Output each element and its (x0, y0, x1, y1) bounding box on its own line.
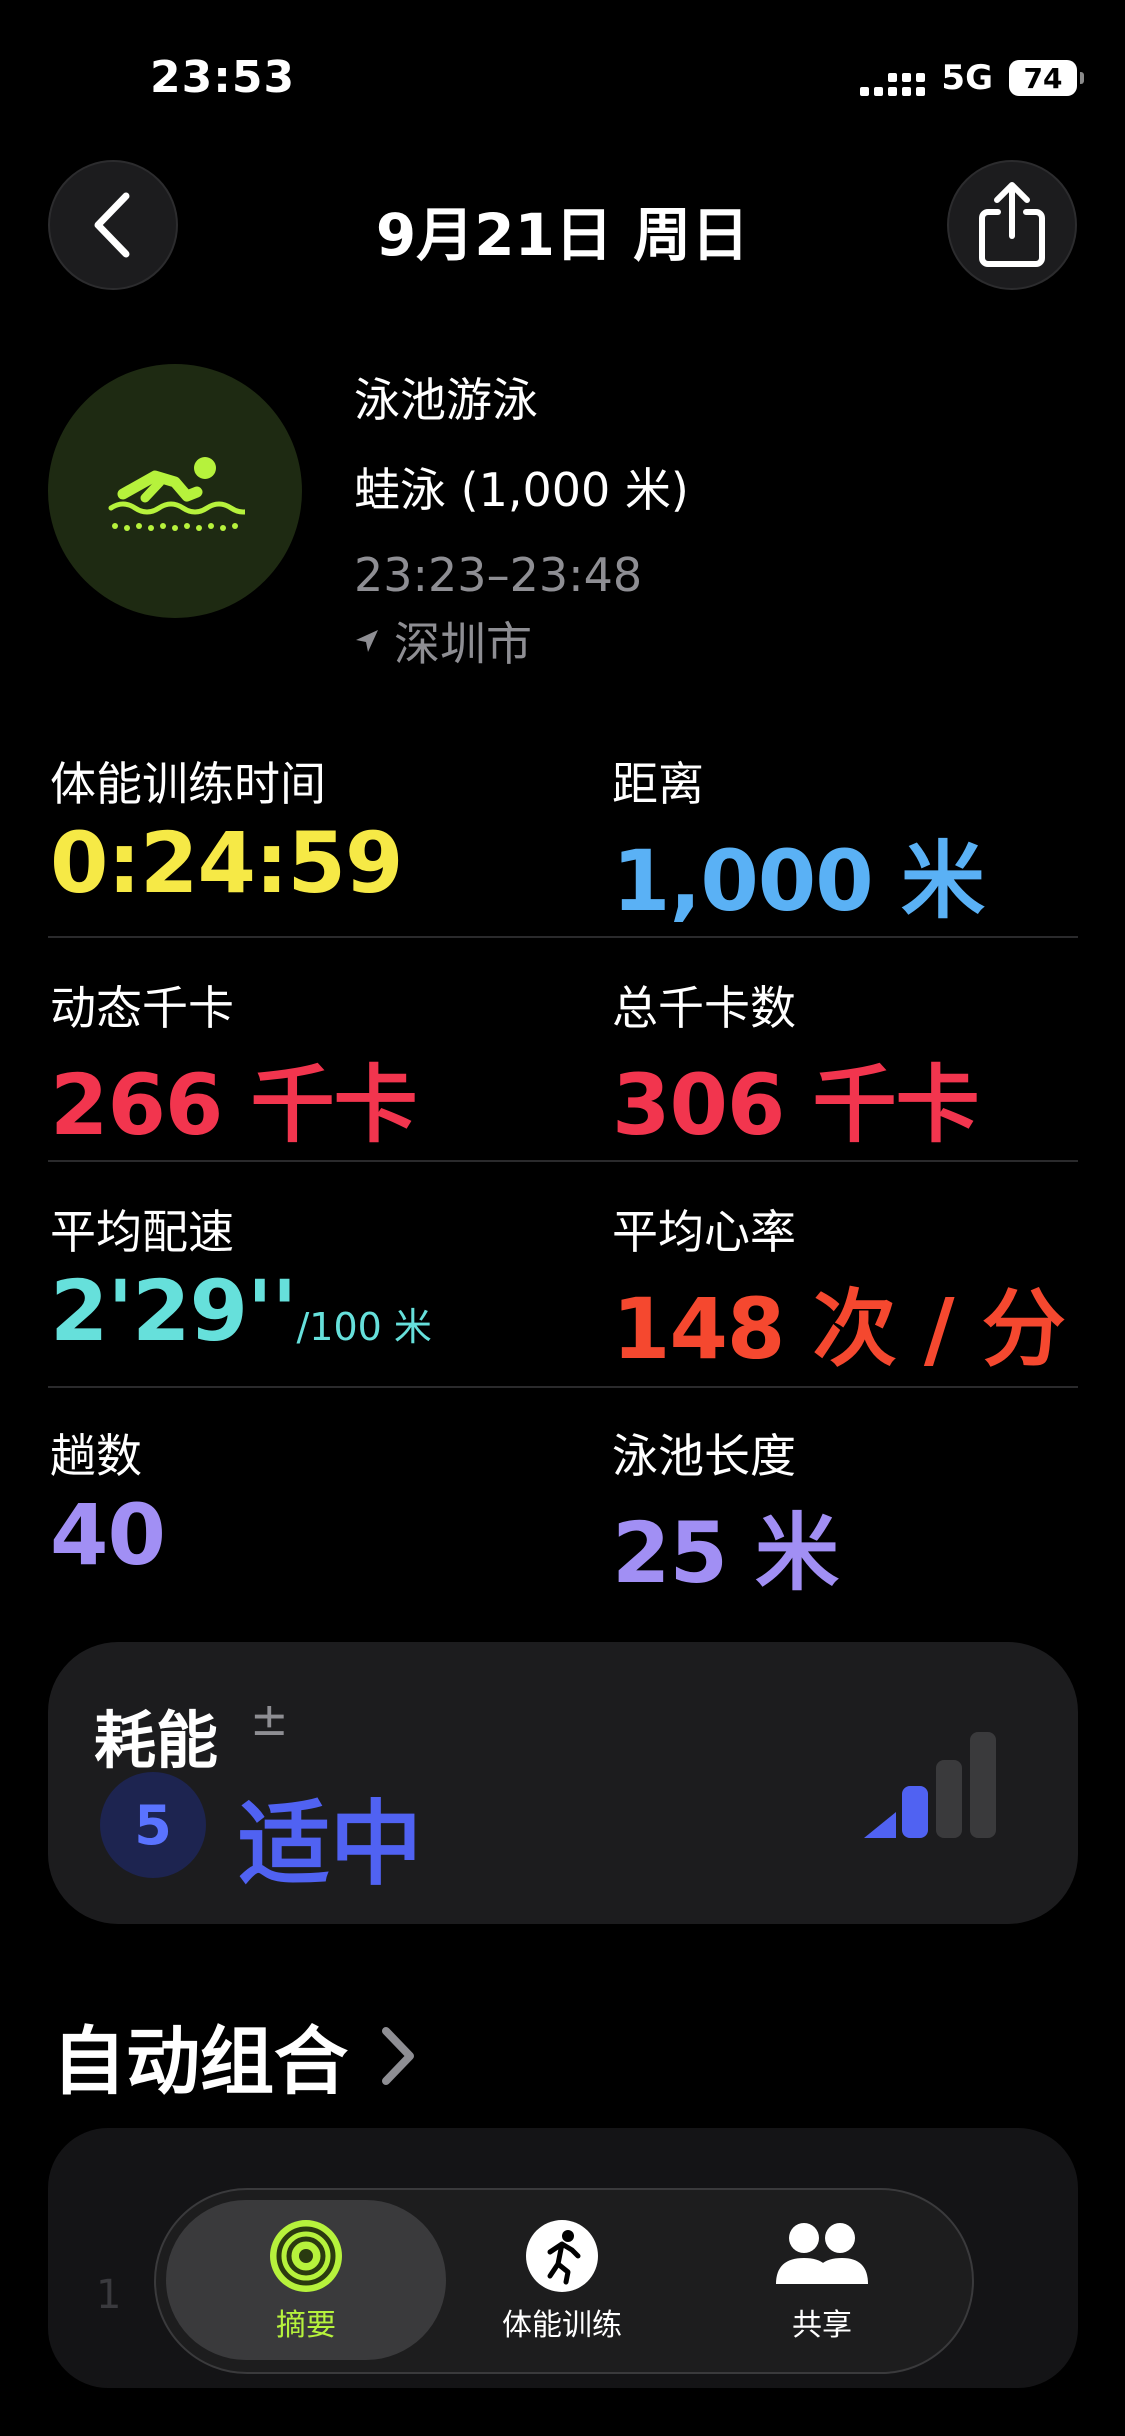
status-time: 23:53 (150, 52, 296, 103)
effort-title: 耗能 (94, 1704, 219, 1777)
status-indicators: 5G 74 (860, 58, 1084, 98)
metric-laps: 趟数 40 (50, 1420, 166, 1584)
workout-time-range: 23:23–23:48 (354, 548, 643, 602)
runner-icon (526, 2220, 598, 2292)
tab-label: 摘要 (276, 2308, 336, 2343)
metric-value: 266 千卡 (50, 1056, 418, 1154)
metric-value: 40 (50, 1486, 166, 1584)
metric-value: 306 千卡 (612, 1056, 980, 1154)
effort-score: 5 (100, 1772, 206, 1878)
share-icon (979, 182, 1045, 267)
metric-value: 2'29''/100 米 (50, 1262, 432, 1360)
metric-total-calories: 总千卡数 306 千卡 (612, 972, 980, 1159)
tab-workouts[interactable]: 体能训练 (442, 2218, 682, 2344)
metric-label: 总千卡数 (612, 981, 796, 1035)
metric-label: 动态千卡 (50, 981, 234, 1035)
metric-value: 148 次 / 分 (612, 1280, 1066, 1378)
effort-level: 适中 (238, 1791, 423, 1898)
cellular-signal-icon (860, 60, 926, 96)
network-type: 5G (941, 58, 993, 98)
tab-summary[interactable]: 摘要 (186, 2218, 426, 2344)
metric-label: 距离 (612, 757, 704, 811)
battery-level: 74 (1023, 61, 1063, 95)
metric-avg-heart-rate: 平均心率 148 次 / 分 (612, 1196, 1066, 1383)
metric-workout-time: 体能训练时间 0:24:59 (50, 748, 403, 912)
chevron-right-icon (382, 2026, 414, 2085)
metric-value: 25 米 (612, 1504, 839, 1602)
tab-label: 体能训练 (502, 2308, 622, 2343)
location-arrow-icon (356, 630, 378, 652)
metric-label: 趟数 (50, 1429, 142, 1483)
tab-label: 共享 (792, 2308, 852, 2343)
location-label: 深圳市 (394, 617, 532, 671)
workout-location: 深圳市 (354, 608, 532, 674)
metric-pool-length: 泳池长度 25 米 (612, 1420, 839, 1607)
metric-value: 1,000 米 (612, 832, 985, 930)
divider (48, 1386, 1078, 1388)
activity-rings-icon (270, 2220, 342, 2292)
share-button[interactable] (947, 160, 1077, 290)
tab-sharing[interactable]: 共享 (702, 2218, 942, 2344)
workout-type: 泳池游泳 (354, 373, 538, 427)
metric-distance: 距离 1,000 米 (612, 748, 985, 935)
metric-label: 体能训练时间 (50, 757, 326, 811)
battery-icon: 74 (1009, 60, 1084, 96)
metric-label: 泳池长度 (612, 1429, 796, 1483)
metric-avg-pace: 平均配速 2'29''/100 米 (50, 1196, 432, 1360)
metric-active-calories: 动态千卡 266 千卡 (50, 972, 418, 1159)
section-title: 自动组合 (52, 2019, 348, 2105)
metric-label: 平均心率 (612, 1205, 796, 1259)
divider (48, 936, 1078, 938)
effort-level-bars-icon (862, 1722, 1012, 1846)
effort-adjust-icon[interactable]: ± (250, 1692, 289, 1746)
pool-swim-icon (48, 364, 302, 618)
metric-value: 0:24:59 (50, 814, 403, 912)
auto-sets-header[interactable]: 自动组合 (52, 2002, 418, 2109)
set-row-index: 1 (96, 2272, 122, 2318)
workout-stroke: 蛙泳 (1,000 米) (354, 463, 689, 517)
people-icon (776, 2223, 868, 2284)
metric-label: 平均配速 (50, 1205, 234, 1259)
divider (48, 1160, 1078, 1162)
